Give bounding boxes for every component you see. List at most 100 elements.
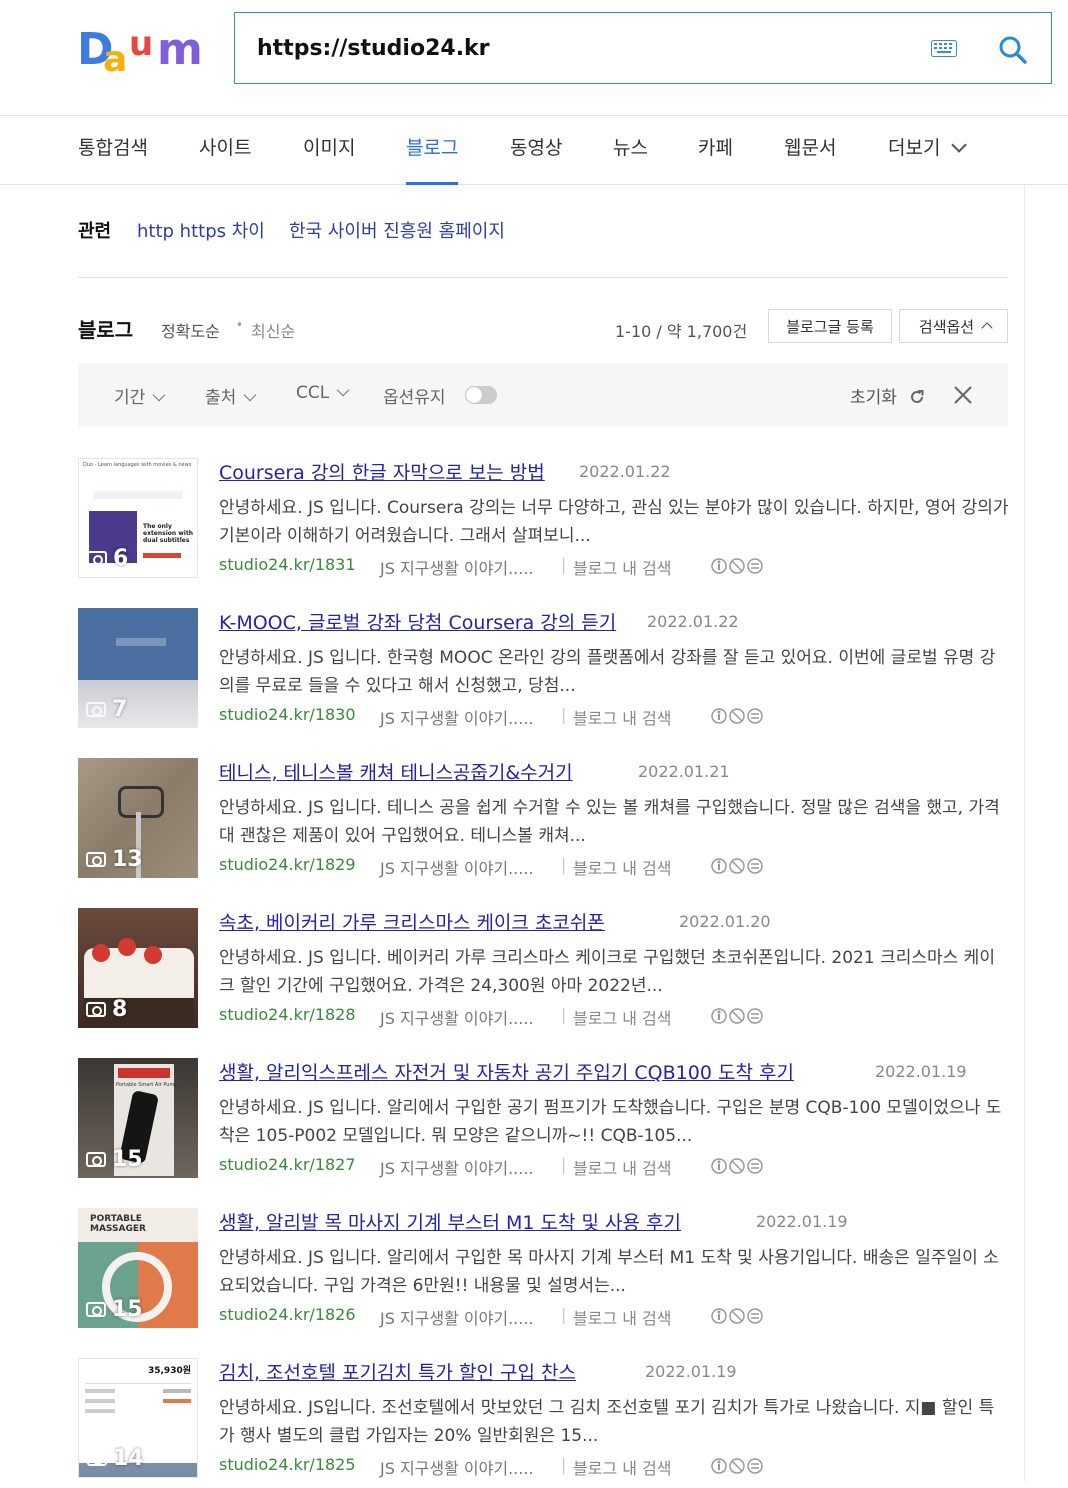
thumb-total: 35,930원 xyxy=(147,1366,191,1376)
thumbnail[interactable]: 7 xyxy=(78,608,198,728)
blog-source[interactable]: JS 지구생활 이야기..... xyxy=(380,855,534,879)
meta-separator: | xyxy=(561,1155,567,1174)
tab-cafe[interactable]: 카페 xyxy=(698,116,733,184)
blog-inner-search[interactable]: 블로그 내 검색 xyxy=(573,1155,672,1179)
camera-icon xyxy=(86,852,106,867)
sort-accuracy[interactable]: 정확도순 xyxy=(161,318,220,342)
ccl-icon xyxy=(711,558,763,574)
filter-source[interactable]: 출처 xyxy=(205,383,257,408)
related-label: 관련 xyxy=(78,221,112,242)
result-date: 2022.01.19 xyxy=(875,1062,967,1081)
reset-button[interactable]: 초기화 xyxy=(850,383,926,408)
sort-recent[interactable]: 최신순 xyxy=(251,318,295,342)
result-meta: studio24.kr/1826 JS 지구생활 이야기..... | 블로그 … xyxy=(219,1305,763,1329)
chevron-down-icon xyxy=(243,388,257,402)
tab-integrated[interactable]: 통합검색 xyxy=(78,116,148,184)
filter-period[interactable]: 기간 xyxy=(114,383,166,408)
result-date: 2022.01.22 xyxy=(579,462,671,481)
search-input[interactable] xyxy=(257,31,897,65)
thumbnail[interactable]: Duo - Learn languages with movies & news… xyxy=(78,458,198,578)
result-title[interactable]: 속초, 베이커리 가루 크리스마스 케이크 초코쉬폰 xyxy=(219,908,605,935)
close-icon[interactable] xyxy=(952,384,974,406)
blog-inner-search[interactable]: 블로그 내 검색 xyxy=(573,705,672,729)
result-url[interactable]: studio24.kr/1828 xyxy=(219,1005,356,1024)
filter-ccl[interactable]: CCL xyxy=(296,383,350,403)
result-date: 2022.01.20 xyxy=(679,912,771,931)
search-options-button[interactable]: 검색옵션 xyxy=(899,309,1008,343)
search-icon[interactable] xyxy=(998,35,1028,65)
ccl-icon xyxy=(711,858,763,874)
ccl-icon xyxy=(711,1008,763,1024)
result-meta: studio24.kr/1831 JS 지구생활 이야기..... | 블로그 … xyxy=(219,555,763,579)
search-tabs: 통합검색 사이트 이미지 블로그 동영상 뉴스 카페 웹문서 더보기 xyxy=(0,116,1068,185)
tab-web[interactable]: 웹문서 xyxy=(784,116,836,184)
daum-logo[interactable]: D a u m xyxy=(77,24,207,80)
blog-inner-search[interactable]: 블로그 내 검색 xyxy=(573,1005,672,1029)
ccl-icon xyxy=(711,1158,763,1174)
ccl-icon xyxy=(711,708,763,724)
blog-inner-search[interactable]: 블로그 내 검색 xyxy=(573,1455,672,1479)
keep-options-toggle[interactable] xyxy=(465,386,497,404)
blog-inner-search[interactable]: 블로그 내 검색 xyxy=(573,555,672,579)
thumbnail[interactable]: 35,930원 14 xyxy=(78,1358,198,1478)
tab-blog[interactable]: 블로그 xyxy=(406,116,459,185)
result-description: 안녕하세요. JS 입니다. 테니스 공을 쉽게 수거할 수 있는 볼 캐쳐를 … xyxy=(219,798,1000,846)
thumbnail[interactable]: 8 xyxy=(78,908,198,1028)
photo-count-value: 15 xyxy=(112,1147,143,1172)
blog-source[interactable]: JS 지구생활 이야기..... xyxy=(380,1155,534,1179)
result-url[interactable]: studio24.kr/1827 xyxy=(219,1155,356,1174)
result-item: Duo - Learn languages with movies & news… xyxy=(78,458,1009,588)
blog-source[interactable]: JS 지구생활 이야기..... xyxy=(380,555,534,579)
tab-news[interactable]: 뉴스 xyxy=(613,116,648,184)
result-title[interactable]: 테니스, 테니스볼 캐쳐 테니스공줍기&수거기 xyxy=(219,758,573,785)
result-url[interactable]: studio24.kr/1829 xyxy=(219,855,356,874)
section-title: 블로그 xyxy=(78,318,134,342)
tab-more[interactable]: 더보기 xyxy=(888,116,968,184)
related-searches: 관련 http https 차이 한국 사이버 진흥원 홈페이지 xyxy=(78,218,1008,248)
photo-count: 6 xyxy=(87,546,128,571)
blog-source[interactable]: JS 지구생활 이야기..... xyxy=(380,1455,534,1479)
register-blog-button[interactable]: 블로그글 등록 xyxy=(768,309,892,343)
blog-section-header: 블로그 정확도순 • 최신순 1-10 / 약 1,700건 블로그글 등록 검… xyxy=(78,309,1008,350)
chevron-down-icon xyxy=(336,383,350,397)
result-meta: studio24.kr/1830 JS 지구생활 이야기..... | 블로그 … xyxy=(219,705,763,729)
photo-count-value: 15 xyxy=(112,1297,143,1322)
camera-icon xyxy=(86,1152,106,1167)
blog-source[interactable]: JS 지구생활 이야기..... xyxy=(380,1005,534,1029)
result-url[interactable]: studio24.kr/1826 xyxy=(219,1305,356,1324)
related-link[interactable]: 한국 사이버 진흥원 홈페이지 xyxy=(289,218,505,246)
result-title[interactable]: 김치, 조선호텔 포기김치 특가 할인 구입 찬스 xyxy=(219,1358,576,1385)
result-description: 안녕하세요. JS 입니다. 베이커리 가루 크리스마스 케이크로 구입했던 초… xyxy=(219,948,995,996)
result-title[interactable]: Coursera 강의 한글 자막으로 보는 방법 xyxy=(219,458,545,485)
blog-inner-search[interactable]: 블로그 내 검색 xyxy=(573,855,672,879)
thumbnail[interactable]: PORTABLE MASSAGER 15 xyxy=(78,1208,198,1328)
meta-separator: | xyxy=(561,855,567,874)
photo-count-value: 6 xyxy=(113,546,129,571)
blog-source[interactable]: JS 지구생활 이야기..... xyxy=(380,1305,534,1329)
tab-site[interactable]: 사이트 xyxy=(199,116,251,184)
thumb-label: PORTABLE MASSAGER xyxy=(90,1214,146,1234)
keyboard-icon[interactable] xyxy=(931,40,957,57)
blog-source[interactable]: JS 지구생활 이야기..... xyxy=(380,705,534,729)
result-url[interactable]: studio24.kr/1831 xyxy=(219,555,356,574)
tab-video[interactable]: 동영상 xyxy=(510,116,562,184)
meta-separator: | xyxy=(561,705,567,724)
result-url[interactable]: studio24.kr/1830 xyxy=(219,705,356,724)
result-title[interactable]: K-MOOC, 글로벌 강좌 당첨 Coursera 강의 듣기 xyxy=(219,608,616,635)
refresh-icon xyxy=(911,390,924,403)
filter-keep-label: 옵션유지 xyxy=(383,388,446,408)
result-title[interactable]: 생활, 알리발 목 마사지 기계 부스터 M1 도착 및 사용 후기 xyxy=(219,1208,681,1235)
scrollbar-track xyxy=(1024,184,1025,1481)
photo-count-value: 13 xyxy=(112,847,143,872)
result-description: 안녕하세요. JS 입니다. 한국형 MOOC 온라인 강의 플랫폼에서 강좌를… xyxy=(219,648,996,696)
search-options-label: 검색옵션 xyxy=(918,318,975,336)
thumbnail[interactable]: 13 xyxy=(78,758,198,878)
result-date: 2022.01.21 xyxy=(638,762,730,781)
blog-inner-search[interactable]: 블로그 내 검색 xyxy=(573,1305,672,1329)
tab-image[interactable]: 이미지 xyxy=(303,116,355,184)
related-link[interactable]: http https 차이 xyxy=(137,218,265,246)
photo-count: 15 xyxy=(86,1297,143,1322)
result-url[interactable]: studio24.kr/1825 xyxy=(219,1455,356,1474)
result-title[interactable]: 생활, 알리익스프레스 자전거 및 자동차 공기 주입기 CQB100 도착 후… xyxy=(219,1058,794,1085)
thumbnail[interactable]: Portable Smart Air Pump 15 xyxy=(78,1058,198,1178)
